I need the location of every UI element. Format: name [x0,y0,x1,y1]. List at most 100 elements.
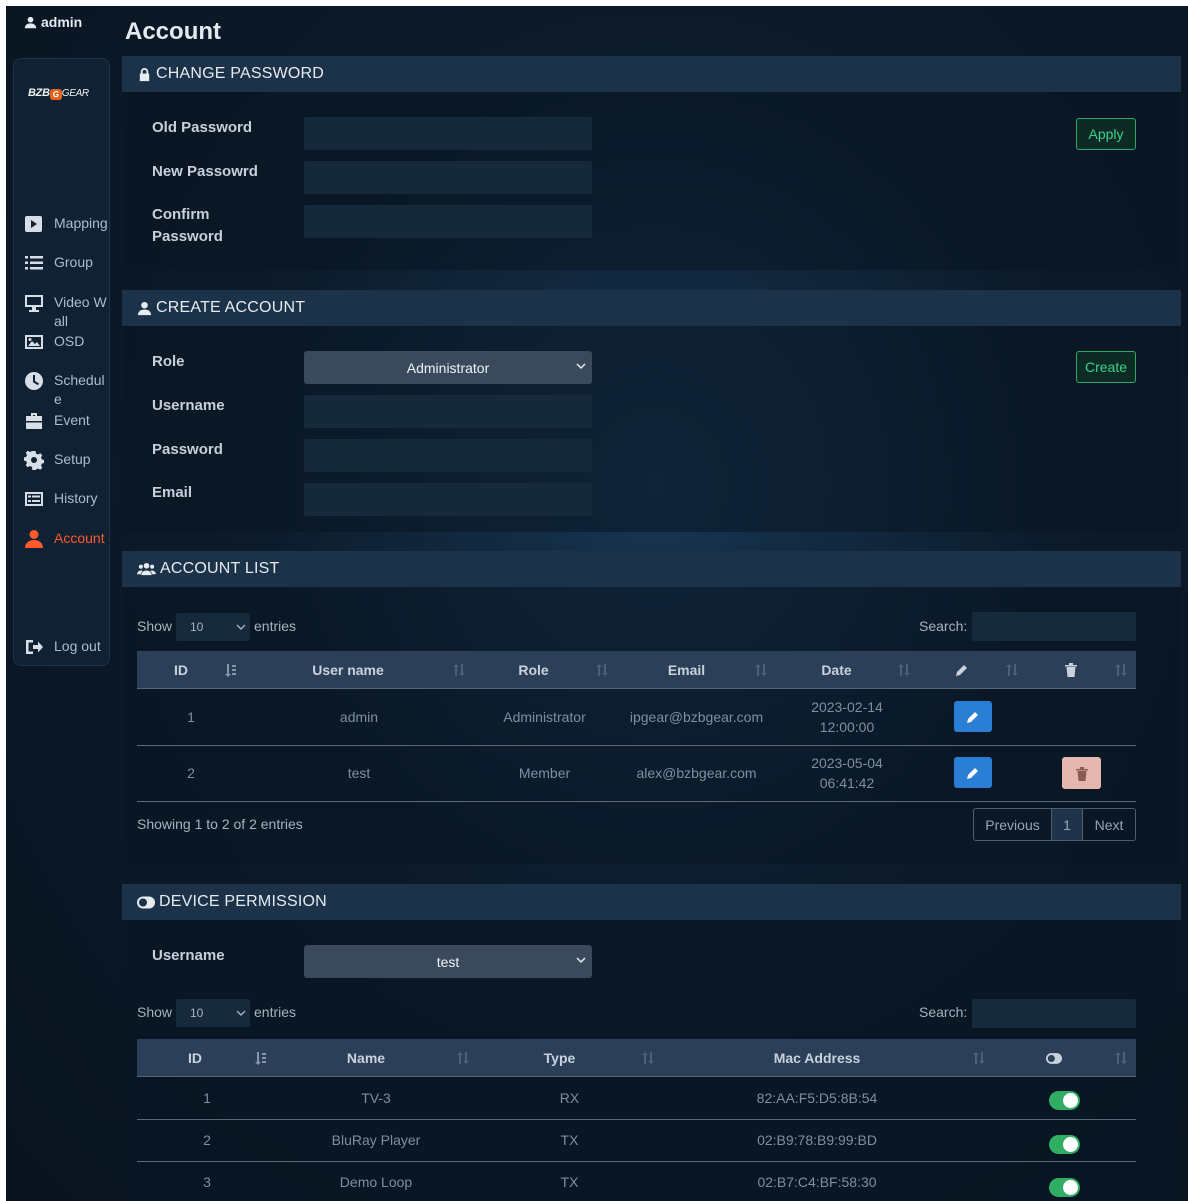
sidebar-item-label: OSD [54,333,85,349]
logout-icon [24,637,44,657]
sidebar-item-label: Group [54,254,93,270]
col-id[interactable]: ID [137,1039,253,1077]
change-password-header: CHANGE PASSWORD [122,56,1181,92]
user-icon [137,301,152,315]
cell-id: 1 [203,1090,211,1106]
sidebar-item-history[interactable]: History [24,489,112,509]
sort-icon[interactable] [453,663,465,677]
user-icon [24,529,44,549]
sidebar-item-label: History [54,490,98,506]
pencil-icon [967,767,978,779]
sidebar: BZB G GEAR Mapping Group Video Wall OSD Sc… [13,58,110,666]
search-input[interactable] [972,999,1136,1028]
old-password-input[interactable] [304,117,592,150]
sort-asc-icon[interactable] [225,663,237,677]
sidebar-item-video-wall[interactable]: Video Wall [24,293,112,331]
col-name[interactable]: Name [287,1039,445,1077]
permission-toggle[interactable] [1049,1091,1080,1110]
toggle-icon [137,896,155,908]
sort-icon[interactable] [642,1051,654,1065]
col-id[interactable]: ID [137,651,225,689]
monitor-icon [24,293,44,313]
delete-button[interactable] [1062,757,1101,789]
table-row: 1 TV-3 RX 82:AA:F5:D5:8B:54 [137,1078,1136,1120]
cell-email: ipgear@bzbgear.com [629,709,764,725]
cell-id: 2 [203,1132,211,1148]
create-account-panel [122,326,1181,532]
sidebar-item-event[interactable]: Event [24,411,112,431]
col-type[interactable]: Type [487,1039,632,1077]
old-password-label: Old Password [152,119,253,136]
previous-button[interactable]: Previous [974,809,1052,840]
sort-icon[interactable] [898,663,910,677]
app-window: admin BZB G GEAR Mapping Group Video Wall … [6,6,1188,1201]
logout-label: Log out [54,638,101,654]
sidebar-item-account[interactable]: Account [24,529,112,549]
cell-name: Demo Loop [339,1174,413,1190]
panel-title: ACCOUNT LIST [160,560,280,577]
panel-title: CHANGE PASSWORD [156,65,325,82]
sidebar-item-schedule[interactable]: Schedule [24,371,112,409]
apply-button[interactable]: Apply [1076,118,1136,150]
entries-length-select[interactable]: 10 [176,999,250,1027]
permission-toggle[interactable] [1049,1178,1080,1197]
play-square-icon [24,214,44,234]
sidebar-item-label: Mapping [54,215,108,231]
role-select[interactable]: Administrator [304,351,592,384]
email-input[interactable] [304,483,592,516]
sidebar-item-label: Schedule [54,372,105,407]
next-button[interactable]: Next [1083,809,1135,840]
cell-name: BluRay Player [331,1132,421,1148]
sort-icon[interactable] [973,1051,985,1065]
password-input[interactable] [304,439,592,472]
col-date[interactable]: Date [773,651,900,689]
permission-toggle[interactable] [1049,1135,1080,1154]
cell-date: 2023-05-04 [811,755,883,771]
list-icon [24,253,44,273]
page-1-button[interactable]: 1 [1052,809,1083,840]
col-role[interactable]: Role [471,651,596,689]
user-name: admin [41,14,83,30]
sidebar-item-label: Account [54,530,105,546]
edit-button[interactable] [954,757,992,788]
logout-link[interactable]: Log out [24,637,112,657]
sidebar-item-osd[interactable]: OSD [24,332,112,352]
col-mac[interactable]: Mac Address [677,1039,957,1077]
cell-type: TX [560,1174,579,1190]
entries-length-select[interactable]: 10 [176,613,250,641]
cell-role: Member [518,765,571,781]
pagination: Previous 1 Next [973,808,1136,841]
cell-username: test [347,765,371,781]
sidebar-item-mapping[interactable]: Mapping [24,214,112,234]
sort-icon[interactable] [1115,663,1127,677]
sort-icon[interactable] [755,663,767,677]
sort-icon[interactable] [457,1051,469,1065]
sort-icon[interactable] [596,663,608,677]
cell-mac: 02:B7:C4:BF:58:30 [757,1174,877,1190]
sort-icon[interactable] [1006,663,1018,677]
col-username[interactable]: User name [257,651,439,689]
length-value: 10 [190,620,204,634]
sort-asc-icon[interactable] [255,1051,267,1065]
confirm-password-label: Confirm Password [152,206,223,245]
col-email[interactable]: Email [614,651,759,689]
length-value: 10 [190,1006,204,1020]
confirm-password-input[interactable] [304,205,592,238]
cell-mac: 82:AA:F5:D5:8B:54 [756,1090,878,1106]
edit-button[interactable] [954,701,992,732]
role-label: Role [152,353,185,370]
sidebar-item-label: Video Wall [54,294,107,329]
search-input[interactable] [972,612,1136,641]
user-badge[interactable]: admin [24,14,82,30]
email-label: Email [152,484,193,501]
panel-title: DEVICE PERMISSION [159,893,327,910]
create-button[interactable]: Create [1076,351,1136,383]
page-title: Account [125,18,221,45]
account-table-header: ID User name Role Email Date [137,651,1136,689]
sidebar-item-group[interactable]: Group [24,253,112,273]
sort-icon[interactable] [1115,1051,1127,1065]
sidebar-item-setup[interactable]: Setup [23,450,112,472]
username-input[interactable] [304,395,592,428]
new-password-input[interactable] [304,161,592,194]
username-select[interactable]: test [304,945,592,978]
